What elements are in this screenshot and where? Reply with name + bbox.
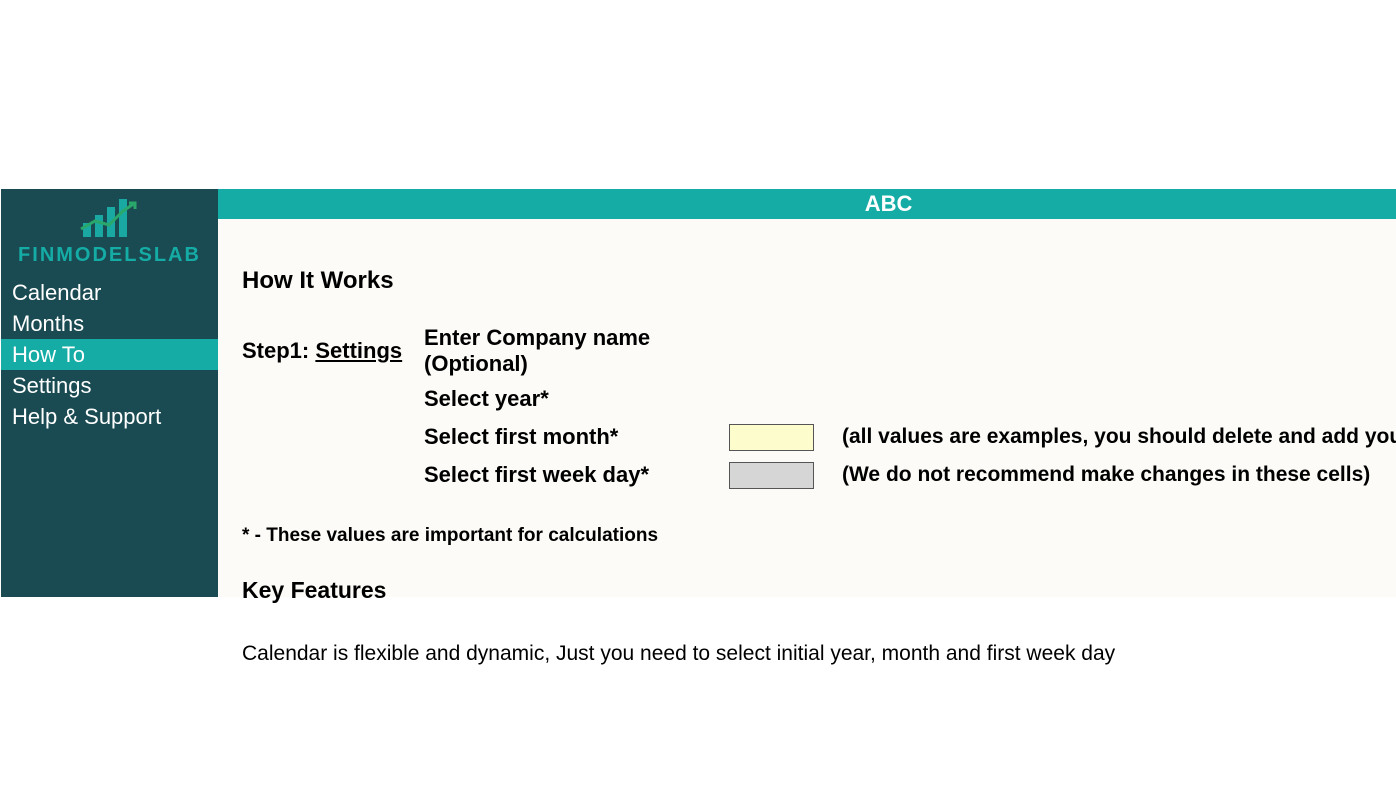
sidebar-item-label: Months <box>12 311 84 337</box>
app-frame: FINMODELSLAB Calendar Months How To Sett… <box>1 189 1396 597</box>
instruction-note: (all values are examples, you should del… <box>842 425 1396 449</box>
instruction-text: Select first month* <box>424 424 729 450</box>
feature-description: Calendar is flexible and dynamic, Just y… <box>242 642 1396 666</box>
sidebar-item-months[interactable]: Months <box>1 308 218 339</box>
sidebar-item-label: Calendar <box>12 280 101 306</box>
example-cell-yellow <box>729 424 814 451</box>
section-title-how-it-works: How It Works <box>242 267 1396 295</box>
instruction-cell <box>729 424 814 451</box>
step1-label: Step1: Settings <box>242 338 424 364</box>
instruction-text: Enter Company name (Optional) <box>424 325 729 377</box>
instruction-text: Select first week day* <box>424 462 729 488</box>
sidebar-item-label: Settings <box>12 373 92 399</box>
instruction-row: Select first month* (all values are exam… <box>242 421 1396 453</box>
logo: FINMODELSLAB <box>1 189 218 277</box>
header-title: ABC <box>218 189 1396 219</box>
instruction-note: (We do not recommend make changes in the… <box>842 463 1370 487</box>
sidebar-item-help-support[interactable]: Help & Support <box>1 401 218 432</box>
instruction-row: Select year* <box>242 383 1396 415</box>
instruction-cell <box>729 462 814 489</box>
sidebar-item-how-to[interactable]: How To <box>1 339 218 370</box>
footnote: * - These values are important for calcu… <box>242 525 1396 547</box>
content-area: How It Works Step1: Settings Enter Compa… <box>218 219 1396 666</box>
step-row: Step1: Settings Enter Company name (Opti… <box>242 325 1396 377</box>
logo-text: FINMODELSLAB <box>1 244 218 267</box>
step1-settings-link[interactable]: Settings <box>315 338 402 363</box>
instruction-row: Select first week day* (We do not recomm… <box>242 459 1396 491</box>
sidebar-item-settings[interactable]: Settings <box>1 370 218 401</box>
section-title-key-features: Key Features <box>242 577 1396 604</box>
instruction-text: Select year* <box>424 386 729 412</box>
sidebar-item-calendar[interactable]: Calendar <box>1 277 218 308</box>
sidebar-item-label: How To <box>12 342 85 368</box>
sidebar-item-label: Help & Support <box>12 404 161 430</box>
step1-prefix: Step1: <box>242 338 315 363</box>
logo-chart-icon <box>55 193 165 241</box>
main-panel: ABC How It Works Step1: Settings Enter C… <box>218 189 1396 597</box>
sidebar: FINMODELSLAB Calendar Months How To Sett… <box>1 189 218 597</box>
example-cell-gray <box>729 462 814 489</box>
